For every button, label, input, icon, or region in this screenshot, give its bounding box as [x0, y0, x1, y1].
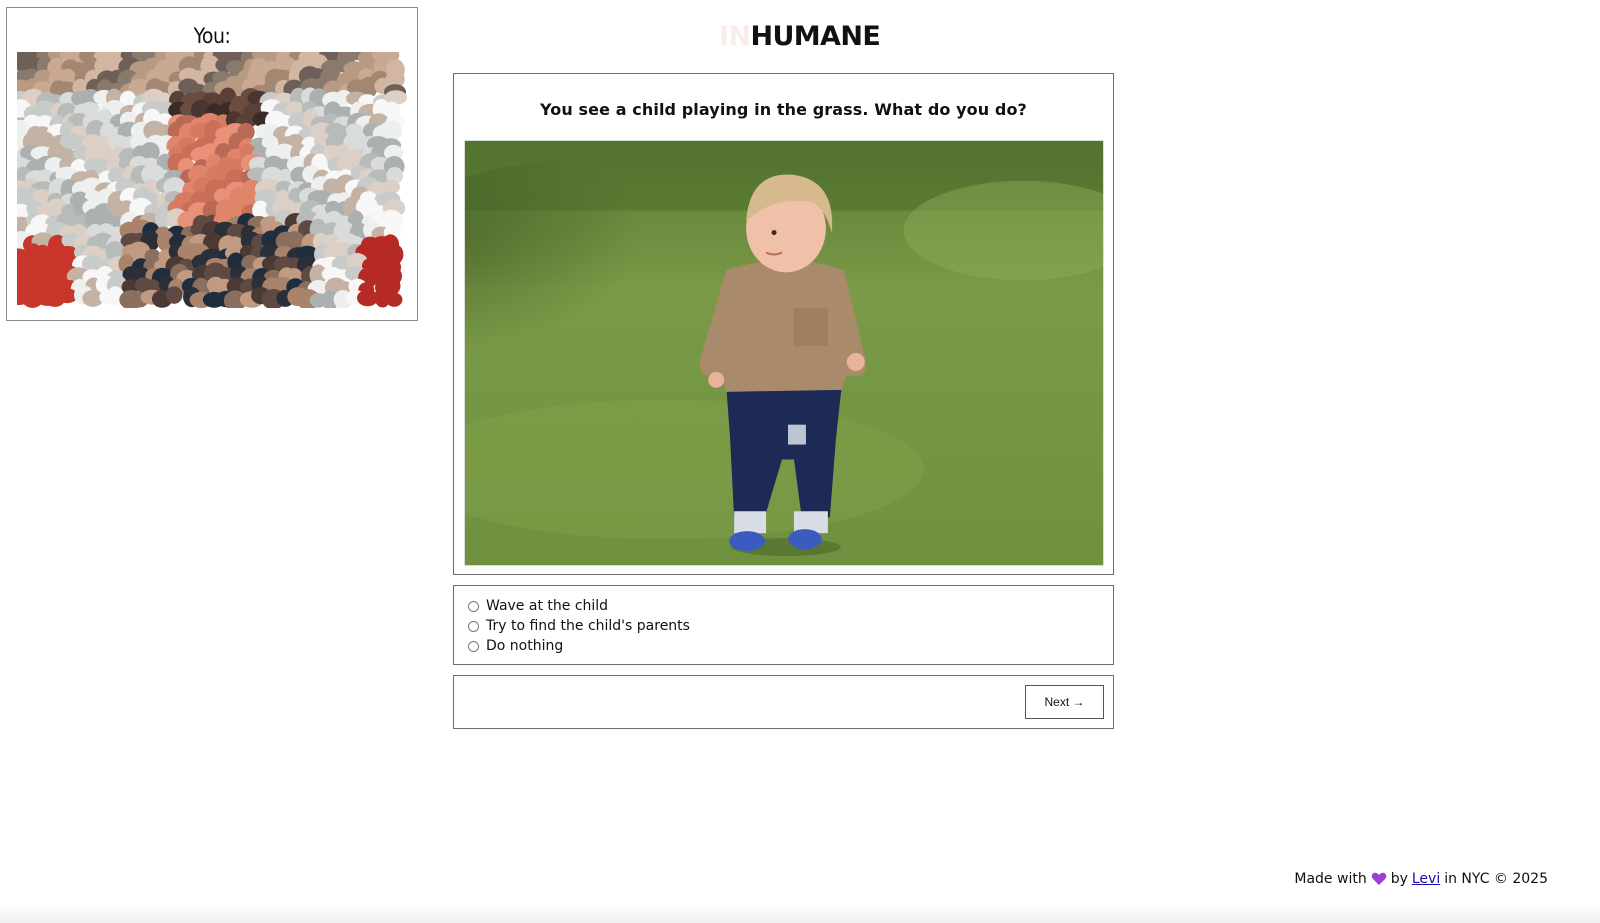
footer: Made with by Levi in NYC © 2025	[1294, 871, 1548, 887]
title-ghost-prefix: IN	[719, 21, 751, 52]
option-label: Wave at the child	[486, 598, 609, 614]
author-link[interactable]: Levi	[1412, 871, 1440, 887]
mosaic-tile	[165, 286, 183, 304]
mosaic-tile	[386, 292, 403, 307]
radio-button-icon[interactable]	[468, 600, 479, 612]
footer-made-with: Made with	[1294, 871, 1367, 887]
app-title: INHUMANE	[719, 20, 881, 54]
option-label: Try to find the child's parents	[486, 618, 690, 634]
question-card: You see a child playing in the grass. Wh…	[453, 73, 1114, 575]
navigation-bar: Next →	[453, 675, 1114, 729]
bottom-shade	[0, 903, 1600, 923]
radio-button-icon[interactable]	[468, 640, 479, 652]
option-do-nothing[interactable]: Do nothing	[468, 636, 1113, 656]
footer-location: in NYC © 2025	[1444, 871, 1548, 887]
footer-by: by	[1390, 871, 1408, 887]
answer-options: Wave at the child Try to find the child'…	[453, 585, 1114, 665]
pixelated-avatar-image	[17, 52, 408, 308]
option-label: Do nothing	[486, 638, 564, 654]
option-wave[interactable]: Wave at the child	[468, 596, 1113, 616]
title-main: HUMANE	[750, 21, 881, 52]
option-find-parents[interactable]: Try to find the child's parents	[468, 616, 1113, 636]
you-title: You:	[193, 24, 231, 48]
avatar	[17, 52, 409, 308]
you-panel: You:	[6, 7, 418, 321]
purple-heart-icon	[1371, 872, 1387, 886]
scenario-image	[464, 140, 1104, 566]
question-text: You see a child playing in the grass. Wh…	[540, 100, 1027, 119]
next-button[interactable]: Next →	[1025, 685, 1104, 719]
radio-button-icon[interactable]	[468, 620, 479, 632]
